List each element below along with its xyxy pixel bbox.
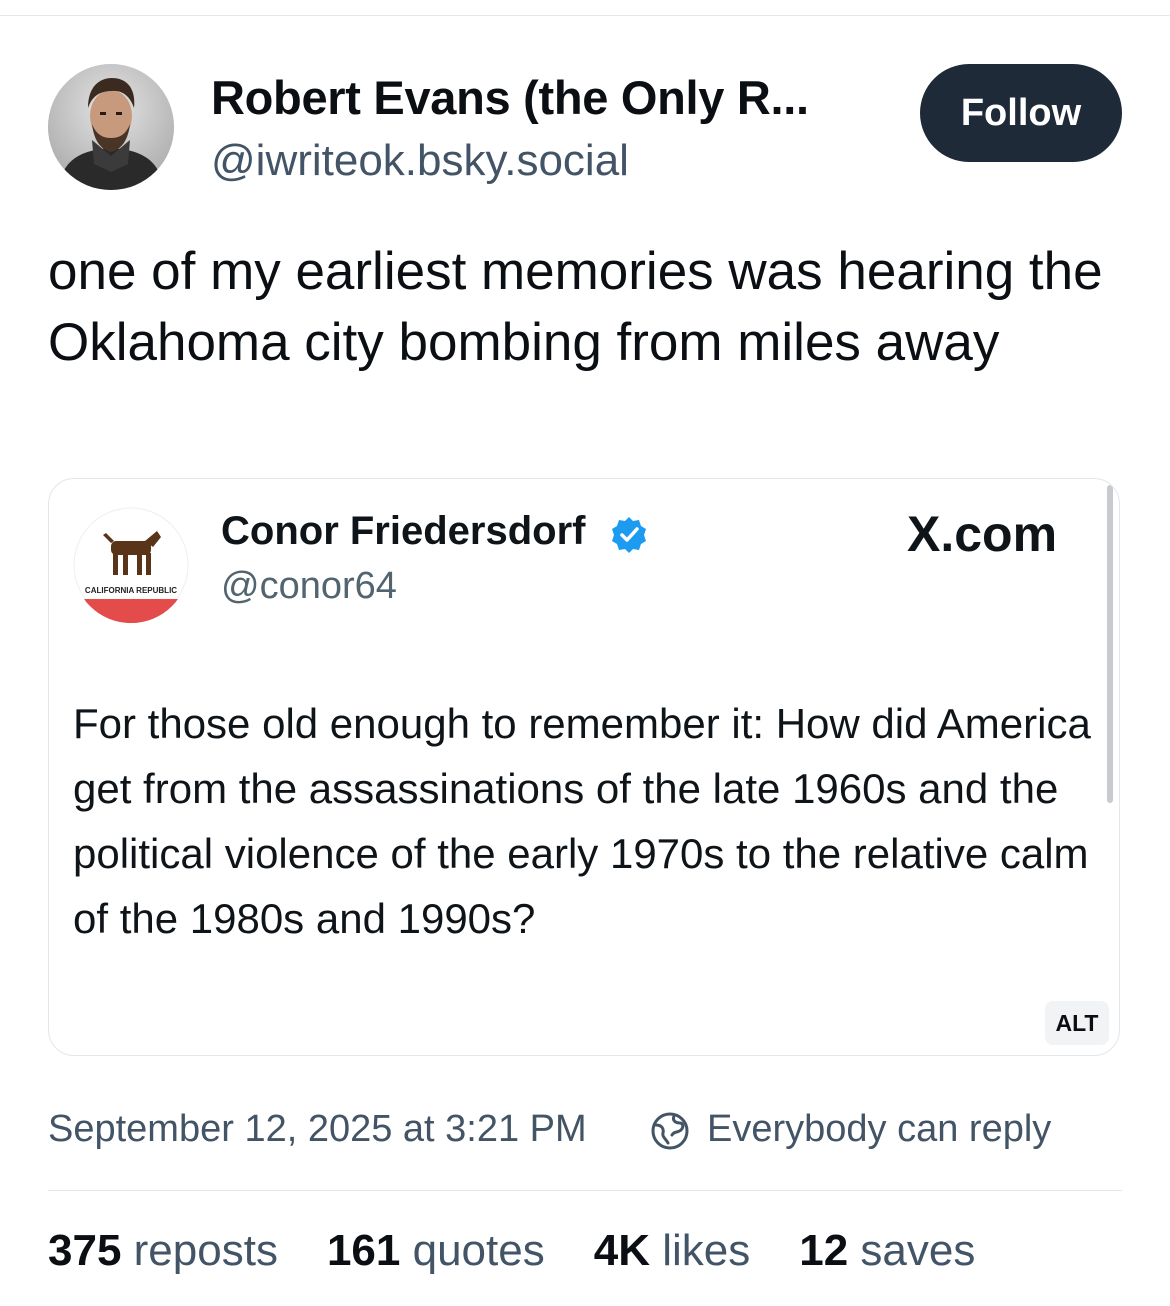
reply-setting[interactable]: Everybody can reply [707,1108,1051,1151]
likes-stat[interactable]: 4K likes [594,1226,751,1286]
post-timestamp: September 12, 2025 at 3:21 PM [48,1108,587,1150]
likes-label: likes [662,1226,751,1275]
top-divider [0,15,1170,16]
embed-handle: @conor64 [221,565,397,607]
follow-button[interactable]: Follow [920,64,1122,162]
quotes-label: quotes [412,1226,545,1275]
post-stats: 375 reposts 161 quotes 4K likes 12 saves [48,1226,1024,1286]
x-com-logo: X.com [907,506,1058,562]
globe-icon [651,1112,689,1150]
alt-text-button[interactable]: ALT [1045,1001,1109,1045]
stats-divider [48,1190,1122,1191]
embedded-image[interactable]: CALIFORNIA REPUBLIC Conor Friedersdorf @… [48,478,1120,1056]
quotes-count: 161 [326,1226,401,1275]
author-display-name[interactable]: Robert Evans (the Only R... [211,70,809,125]
author-avatar[interactable] [48,64,174,190]
flag-lettering: CALIFORNIA REPUBLIC [85,586,177,595]
embed-avatar: CALIFORNIA REPUBLIC [73,507,189,623]
quotes-stat[interactable]: 161 quotes [327,1226,545,1286]
likes-count: 4K [593,1226,650,1275]
embed-text: For those old enough to remember it: How… [73,700,1091,942]
avatar-photo-icon [48,64,174,190]
post-text: one of my earliest memories was hearing … [48,242,1103,372]
reposts-label: reposts [133,1226,278,1275]
reposts-stat[interactable]: 375 reposts [48,1226,278,1286]
reposts-count: 375 [48,1226,122,1275]
verified-badge-icon [612,517,646,553]
saves-label: saves [860,1226,976,1275]
author-handle[interactable]: @iwriteok.bsky.social [211,136,629,186]
embed-scrollbar [1107,485,1113,803]
saves-count: 12 [799,1226,849,1275]
california-flag-icon: CALIFORNIA REPUBLIC [73,507,189,623]
embed-display-name: Conor Friedersdorf [221,509,586,553]
saves-stat[interactable]: 12 saves [799,1226,975,1286]
